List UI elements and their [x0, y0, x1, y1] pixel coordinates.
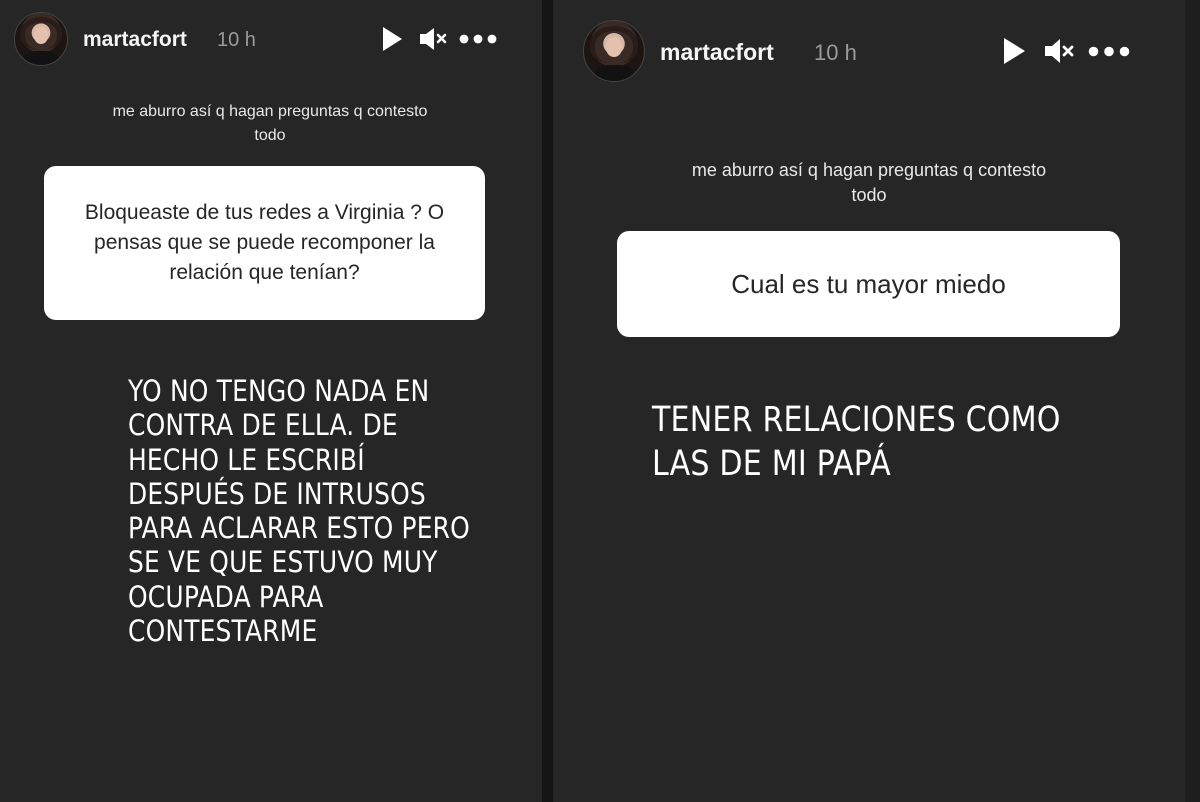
- avatar[interactable]: [583, 20, 645, 82]
- timestamp: 10 h: [814, 40, 857, 65]
- username[interactable]: martacfort: [660, 39, 774, 66]
- story-prompt: me aburro así q hagan preguntas q contes…: [112, 103, 428, 144]
- mute-icon[interactable]: [416, 24, 450, 54]
- username[interactable]: martacfort: [83, 28, 187, 52]
- more-icon[interactable]: [1087, 35, 1131, 67]
- question-text: Cual es tu mayor miedo: [731, 269, 1006, 299]
- story-header: martacfort 10 h: [553, 20, 1185, 84]
- answer-text: TENER RELACIONES COMO LAS DE MI PAPÁ: [652, 400, 1061, 484]
- question-card: Bloqueaste de tus redes a Virginia ? O p…: [44, 166, 485, 320]
- timestamp: 10 h: [217, 29, 256, 51]
- play-icon[interactable]: [378, 24, 406, 54]
- play-icon[interactable]: [999, 35, 1029, 67]
- more-icon[interactable]: [458, 24, 498, 54]
- story-prompt: me aburro así q hagan preguntas q contes…: [691, 160, 1047, 205]
- story-divider: [542, 0, 553, 802]
- story-header: martacfort 10 h: [0, 12, 542, 66]
- avatar[interactable]: [14, 12, 68, 66]
- question-text: Bloqueaste de tus redes a Virginia ? O p…: [84, 201, 445, 284]
- question-card: Cual es tu mayor miedo: [617, 231, 1120, 337]
- right-edge: [1185, 0, 1200, 802]
- mute-icon[interactable]: [1041, 35, 1077, 67]
- answer-text: YO NO TENGO NADA EN CONTRA DE ELLA. DE H…: [128, 374, 470, 649]
- story-right[interactable]: martacfort 10 h me aburro así q hagan pr…: [553, 0, 1185, 802]
- story-left[interactable]: martacfort 10 h me aburro así q hagan pr…: [0, 0, 542, 802]
